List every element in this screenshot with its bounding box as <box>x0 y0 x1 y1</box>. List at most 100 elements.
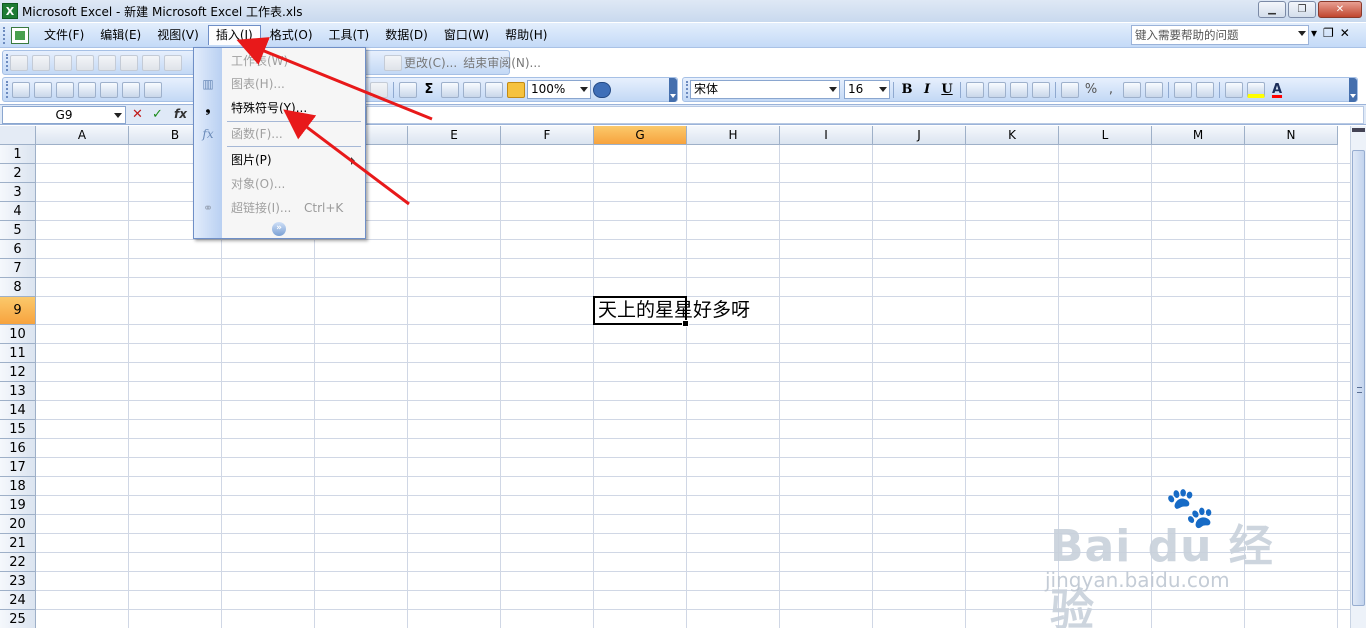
menu-file[interactable]: 文件(F) <box>37 25 91 45</box>
cell-g9-text[interactable]: 天上的星星好多呀 <box>598 298 750 322</box>
redo-icon[interactable] <box>370 81 388 98</box>
name-box[interactable]: G9 <box>2 106 126 124</box>
row-header-17[interactable]: 17 <box>0 458 36 477</box>
column-header-h[interactable]: H <box>687 126 780 145</box>
workbook-icon[interactable] <box>11 26 29 44</box>
decrease-decimal-icon[interactable] <box>1145 81 1163 98</box>
hyperlink-icon[interactable] <box>399 81 417 98</box>
doc-restore-button[interactable]: ❐ <box>1323 26 1334 40</box>
percent-style-button[interactable]: % <box>1081 82 1101 97</box>
font-name-combo[interactable]: 宋体 <box>690 80 840 99</box>
toolbar-grip[interactable] <box>6 81 10 98</box>
chevron-down-icon[interactable] <box>879 87 887 92</box>
row-header-14[interactable]: 14 <box>0 401 36 420</box>
expand-menu-icon[interactable]: » <box>272 222 286 236</box>
italic-button[interactable]: I <box>917 82 937 97</box>
menu-item-object[interactable]: 对象(O)... <box>194 173 365 195</box>
row-header-15[interactable]: 15 <box>0 420 36 439</box>
menu-tools[interactable]: 工具(T) <box>322 25 377 45</box>
row-header-22[interactable]: 22 <box>0 553 36 572</box>
toolbar-button[interactable] <box>164 54 182 71</box>
comma-style-button[interactable]: , <box>1101 82 1121 97</box>
underline-button[interactable]: U <box>937 82 957 97</box>
toolbar-grip[interactable] <box>6 54 8 71</box>
merge-center-icon[interactable] <box>1032 81 1050 98</box>
permission-icon[interactable] <box>78 81 96 98</box>
toolbar-grip[interactable] <box>3 26 7 44</box>
column-header-n[interactable]: N <box>1245 126 1338 145</box>
vertical-scrollbar[interactable] <box>1350 126 1366 628</box>
toolbar-button[interactable] <box>142 54 160 71</box>
row-header-24[interactable]: 24 <box>0 591 36 610</box>
menu-edit[interactable]: 编辑(E) <box>93 25 148 45</box>
enter-icon[interactable]: ✓ <box>152 107 163 122</box>
print-preview-icon[interactable] <box>122 81 140 98</box>
chart-wizard-icon[interactable] <box>485 81 503 98</box>
column-header-e[interactable]: E <box>408 126 501 145</box>
column-header-i[interactable]: I <box>780 126 873 145</box>
row-header-3[interactable]: 3 <box>0 183 36 202</box>
toolbar-options-button[interactable] <box>1349 77 1357 102</box>
save-icon[interactable] <box>56 81 74 98</box>
row-header-19[interactable]: 19 <box>0 496 36 515</box>
row-header-18[interactable]: 18 <box>0 477 36 496</box>
chevron-down-icon[interactable] <box>1298 31 1306 36</box>
row-header-12[interactable]: 12 <box>0 363 36 382</box>
split-box[interactable] <box>1352 128 1365 132</box>
column-header-f[interactable]: F <box>501 126 594 145</box>
increase-indent-icon[interactable] <box>1196 81 1214 98</box>
minimize-button[interactable]: ▁ <box>1258 1 1286 18</box>
fill-color-icon[interactable] <box>1247 81 1265 98</box>
align-center-icon[interactable] <box>988 81 1006 98</box>
row-header-4[interactable]: 4 <box>0 202 36 221</box>
help-icon[interactable] <box>593 81 611 98</box>
font-size-combo[interactable]: 16 <box>844 80 890 99</box>
row-header-9[interactable]: 9 <box>0 297 36 325</box>
toolbar-button[interactable] <box>76 54 94 71</box>
drawing-icon[interactable] <box>507 81 525 98</box>
help-search-input[interactable]: 键入需要帮助的问题 <box>1131 25 1309 45</box>
print-icon[interactable] <box>100 81 118 98</box>
increase-decimal-icon[interactable] <box>1123 81 1141 98</box>
row-header-25[interactable]: 25 <box>0 610 36 628</box>
autosum-icon[interactable]: Σ <box>419 82 439 97</box>
spelling-icon[interactable] <box>144 81 162 98</box>
row-header-6[interactable]: 6 <box>0 240 36 259</box>
toolbar-button[interactable] <box>120 54 138 71</box>
row-header-11[interactable]: 11 <box>0 344 36 363</box>
toolbar-button[interactable] <box>10 54 28 71</box>
align-left-icon[interactable] <box>966 81 984 98</box>
track-changes-button[interactable]: 更改(C)... <box>404 54 457 71</box>
row-header-2[interactable]: 2 <box>0 164 36 183</box>
row-header-16[interactable]: 16 <box>0 439 36 458</box>
toolbar-button[interactable] <box>54 54 72 71</box>
row-header-7[interactable]: 7 <box>0 259 36 278</box>
toolbar-button[interactable] <box>32 54 50 71</box>
sort-ascending-icon[interactable] <box>441 81 459 98</box>
zoom-combo[interactable]: 100% <box>527 80 591 99</box>
row-header-5[interactable]: 5 <box>0 221 36 240</box>
chevron-down-icon[interactable] <box>580 87 588 92</box>
doc-close-button[interactable]: ✕ <box>1340 26 1350 40</box>
new-icon[interactable] <box>12 81 30 98</box>
menu-item-chart[interactable]: ▥ 图表(H)... <box>194 73 365 95</box>
menu-item-function[interactable]: fx 函数(F)... <box>194 123 365 145</box>
column-header-j[interactable]: J <box>873 126 966 145</box>
chevron-down-icon[interactable] <box>114 113 122 118</box>
select-all-button[interactable] <box>0 126 36 145</box>
row-header-10[interactable]: 10 <box>0 325 36 344</box>
menu-data[interactable]: 数据(D) <box>378 25 435 45</box>
menu-item-picture[interactable]: 图片(P) <box>194 149 365 171</box>
menu-item-hyperlink[interactable]: ⚭ 超链接(I)... Ctrl+K <box>194 197 365 219</box>
insert-function-icon[interactable]: fx <box>174 107 187 121</box>
column-header-k[interactable]: K <box>966 126 1059 145</box>
formula-input[interactable] <box>366 106 1364 124</box>
row-header-1[interactable]: 1 <box>0 145 36 164</box>
row-header-8[interactable]: 8 <box>0 278 36 297</box>
menu-item-special-symbol[interactable]: ❟ 特殊符号(Y)... <box>194 97 365 119</box>
row-header-23[interactable]: 23 <box>0 572 36 591</box>
column-header-l[interactable]: L <box>1059 126 1152 145</box>
maximize-button[interactable]: ❐ <box>1288 1 1316 18</box>
menu-view[interactable]: 视图(V) <box>150 25 206 45</box>
row-header-21[interactable]: 21 <box>0 534 36 553</box>
